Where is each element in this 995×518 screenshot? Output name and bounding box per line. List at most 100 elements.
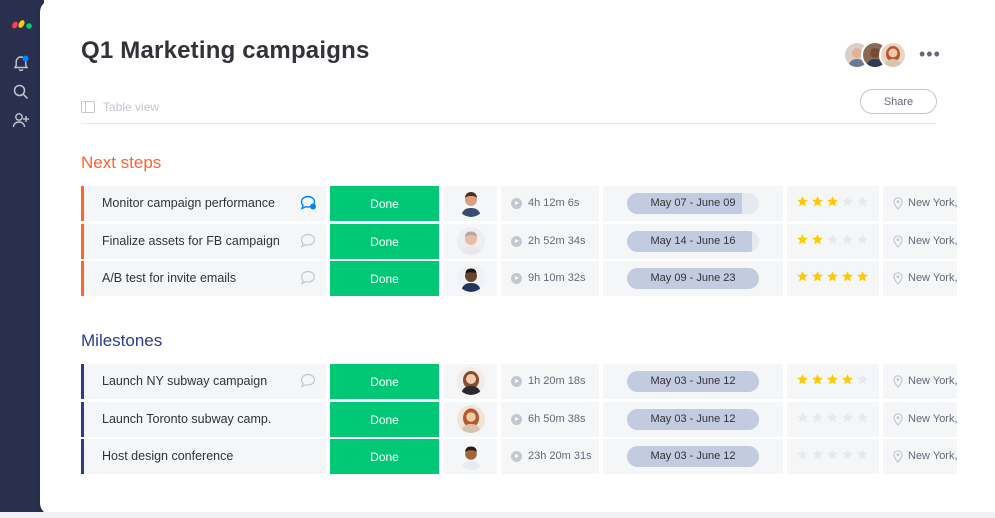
star-icon[interactable]	[856, 233, 869, 246]
item-name-cell[interactable]: Finalize assets for FB campaign	[81, 224, 326, 259]
timeline-cell[interactable]: May 03 - June 12	[603, 364, 783, 399]
star-icon[interactable]	[796, 373, 809, 386]
star-icon[interactable]	[856, 411, 869, 424]
location-cell[interactable]: New York,	[883, 261, 957, 296]
star-icon[interactable]	[841, 373, 854, 386]
star-icon[interactable]	[826, 270, 839, 283]
item-name-cell[interactable]: A/B test for invite emails	[81, 261, 326, 296]
person-cell[interactable]	[443, 439, 497, 474]
time-tracking-cell[interactable]: 6h 50m 38s	[501, 402, 599, 437]
star-icon[interactable]	[811, 195, 824, 208]
rating-stars[interactable]	[796, 411, 869, 424]
group-title-next-steps[interactable]: Next steps	[81, 153, 161, 173]
board-members[interactable]	[843, 41, 907, 69]
table-row[interactable]: A/B test for invite emails Done 9h 10m 3…	[81, 261, 957, 296]
star-icon[interactable]	[811, 411, 824, 424]
location-cell[interactable]: New York,	[883, 364, 957, 399]
star-icon[interactable]	[811, 373, 824, 386]
star-icon[interactable]	[856, 373, 869, 386]
star-icon[interactable]	[796, 411, 809, 424]
item-name[interactable]: Monitor campaign performance	[102, 196, 275, 210]
location-cell[interactable]: New York,	[883, 402, 957, 437]
star-icon[interactable]	[811, 270, 824, 283]
timeline-pill[interactable]: May 07 - June 09	[627, 193, 759, 214]
table-row[interactable]: Launch Toronto subway camp. Done 6h 50m …	[81, 402, 957, 437]
timeline-pill[interactable]: May 09 - June 23	[627, 268, 759, 289]
star-icon[interactable]	[796, 195, 809, 208]
add-user-icon[interactable]	[12, 111, 30, 129]
item-name[interactable]: Launch NY subway campaign	[102, 374, 267, 388]
timeline-cell[interactable]: May 03 - June 12	[603, 439, 783, 474]
rating-stars[interactable]	[796, 233, 869, 246]
timeline-pill[interactable]: May 03 - June 12	[627, 371, 759, 392]
status-cell[interactable]: Done	[330, 224, 439, 259]
play-icon[interactable]	[511, 451, 522, 462]
timeline-pill[interactable]: May 03 - June 12	[627, 446, 759, 467]
star-icon[interactable]	[796, 233, 809, 246]
star-icon[interactable]	[826, 373, 839, 386]
star-icon[interactable]	[811, 233, 824, 246]
chat-bubble-icon[interactable]	[300, 270, 316, 285]
star-icon[interactable]	[826, 448, 839, 461]
timeline-cell[interactable]: May 14 - June 16	[603, 224, 783, 259]
timeline-cell[interactable]: May 09 - June 23	[603, 261, 783, 296]
status-cell[interactable]: Done	[330, 402, 439, 437]
rating-cell[interactable]	[787, 402, 879, 437]
play-icon[interactable]	[511, 414, 522, 425]
timeline-cell[interactable]: May 03 - June 12	[603, 402, 783, 437]
more-options-button[interactable]: •••	[919, 44, 941, 65]
play-icon[interactable]	[511, 273, 522, 284]
share-button[interactable]: Share	[860, 89, 937, 114]
location-cell[interactable]: New York,	[883, 186, 957, 221]
rating-cell[interactable]	[787, 261, 879, 296]
item-name[interactable]: Launch Toronto subway camp.	[102, 412, 271, 426]
rating-cell[interactable]	[787, 224, 879, 259]
chat-bubble-icon[interactable]	[300, 233, 316, 248]
star-icon[interactable]	[841, 195, 854, 208]
play-icon[interactable]	[511, 198, 522, 209]
star-icon[interactable]	[826, 233, 839, 246]
rating-stars[interactable]	[796, 270, 869, 283]
item-name-cell[interactable]: Monitor campaign performance	[81, 186, 326, 221]
star-icon[interactable]	[856, 270, 869, 283]
status-cell[interactable]: Done	[330, 261, 439, 296]
location-cell[interactable]: New York,	[883, 224, 957, 259]
rating-cell[interactable]	[787, 186, 879, 221]
rating-stars[interactable]	[796, 195, 869, 208]
table-row[interactable]: Finalize assets for FB campaign Done 2h …	[81, 224, 957, 259]
star-icon[interactable]	[796, 270, 809, 283]
star-icon[interactable]	[856, 448, 869, 461]
person-cell[interactable]	[443, 261, 497, 296]
location-cell[interactable]: New York,	[883, 439, 957, 474]
group-title-milestones[interactable]: Milestones	[81, 331, 162, 351]
time-tracking-cell[interactable]: 2h 52m 34s	[501, 224, 599, 259]
star-icon[interactable]	[841, 448, 854, 461]
rating-stars[interactable]	[796, 448, 869, 461]
bell-icon[interactable]	[12, 55, 30, 73]
table-row[interactable]: Launch NY subway campaign Done 1h 20m 18…	[81, 364, 957, 399]
timeline-cell[interactable]: May 07 - June 09	[603, 186, 783, 221]
star-icon[interactable]	[841, 233, 854, 246]
time-tracking-cell[interactable]: 9h 10m 32s	[501, 261, 599, 296]
time-tracking-cell[interactable]: 1h 20m 18s	[501, 364, 599, 399]
item-name[interactable]: A/B test for invite emails	[102, 271, 236, 285]
rating-cell[interactable]	[787, 364, 879, 399]
chat-bubble-icon[interactable]	[300, 195, 316, 210]
star-icon[interactable]	[856, 195, 869, 208]
timeline-pill[interactable]: May 14 - June 16	[627, 231, 759, 252]
item-name-cell[interactable]: Launch Toronto subway camp.	[81, 402, 326, 437]
status-cell[interactable]: Done	[330, 364, 439, 399]
timeline-pill[interactable]: May 03 - June 12	[627, 409, 759, 430]
play-icon[interactable]	[511, 236, 522, 247]
play-icon[interactable]	[511, 376, 522, 387]
rating-stars[interactable]	[796, 373, 869, 386]
time-tracking-cell[interactable]: 4h 12m 6s	[501, 186, 599, 221]
star-icon[interactable]	[826, 411, 839, 424]
rating-cell[interactable]	[787, 439, 879, 474]
item-name[interactable]: Finalize assets for FB campaign	[102, 234, 280, 248]
star-icon[interactable]	[841, 270, 854, 283]
person-cell[interactable]	[443, 186, 497, 221]
table-row[interactable]: Monitor campaign performance Done 4h 12m…	[81, 186, 957, 221]
chat-bubble-icon[interactable]	[300, 373, 316, 388]
star-icon[interactable]	[811, 448, 824, 461]
